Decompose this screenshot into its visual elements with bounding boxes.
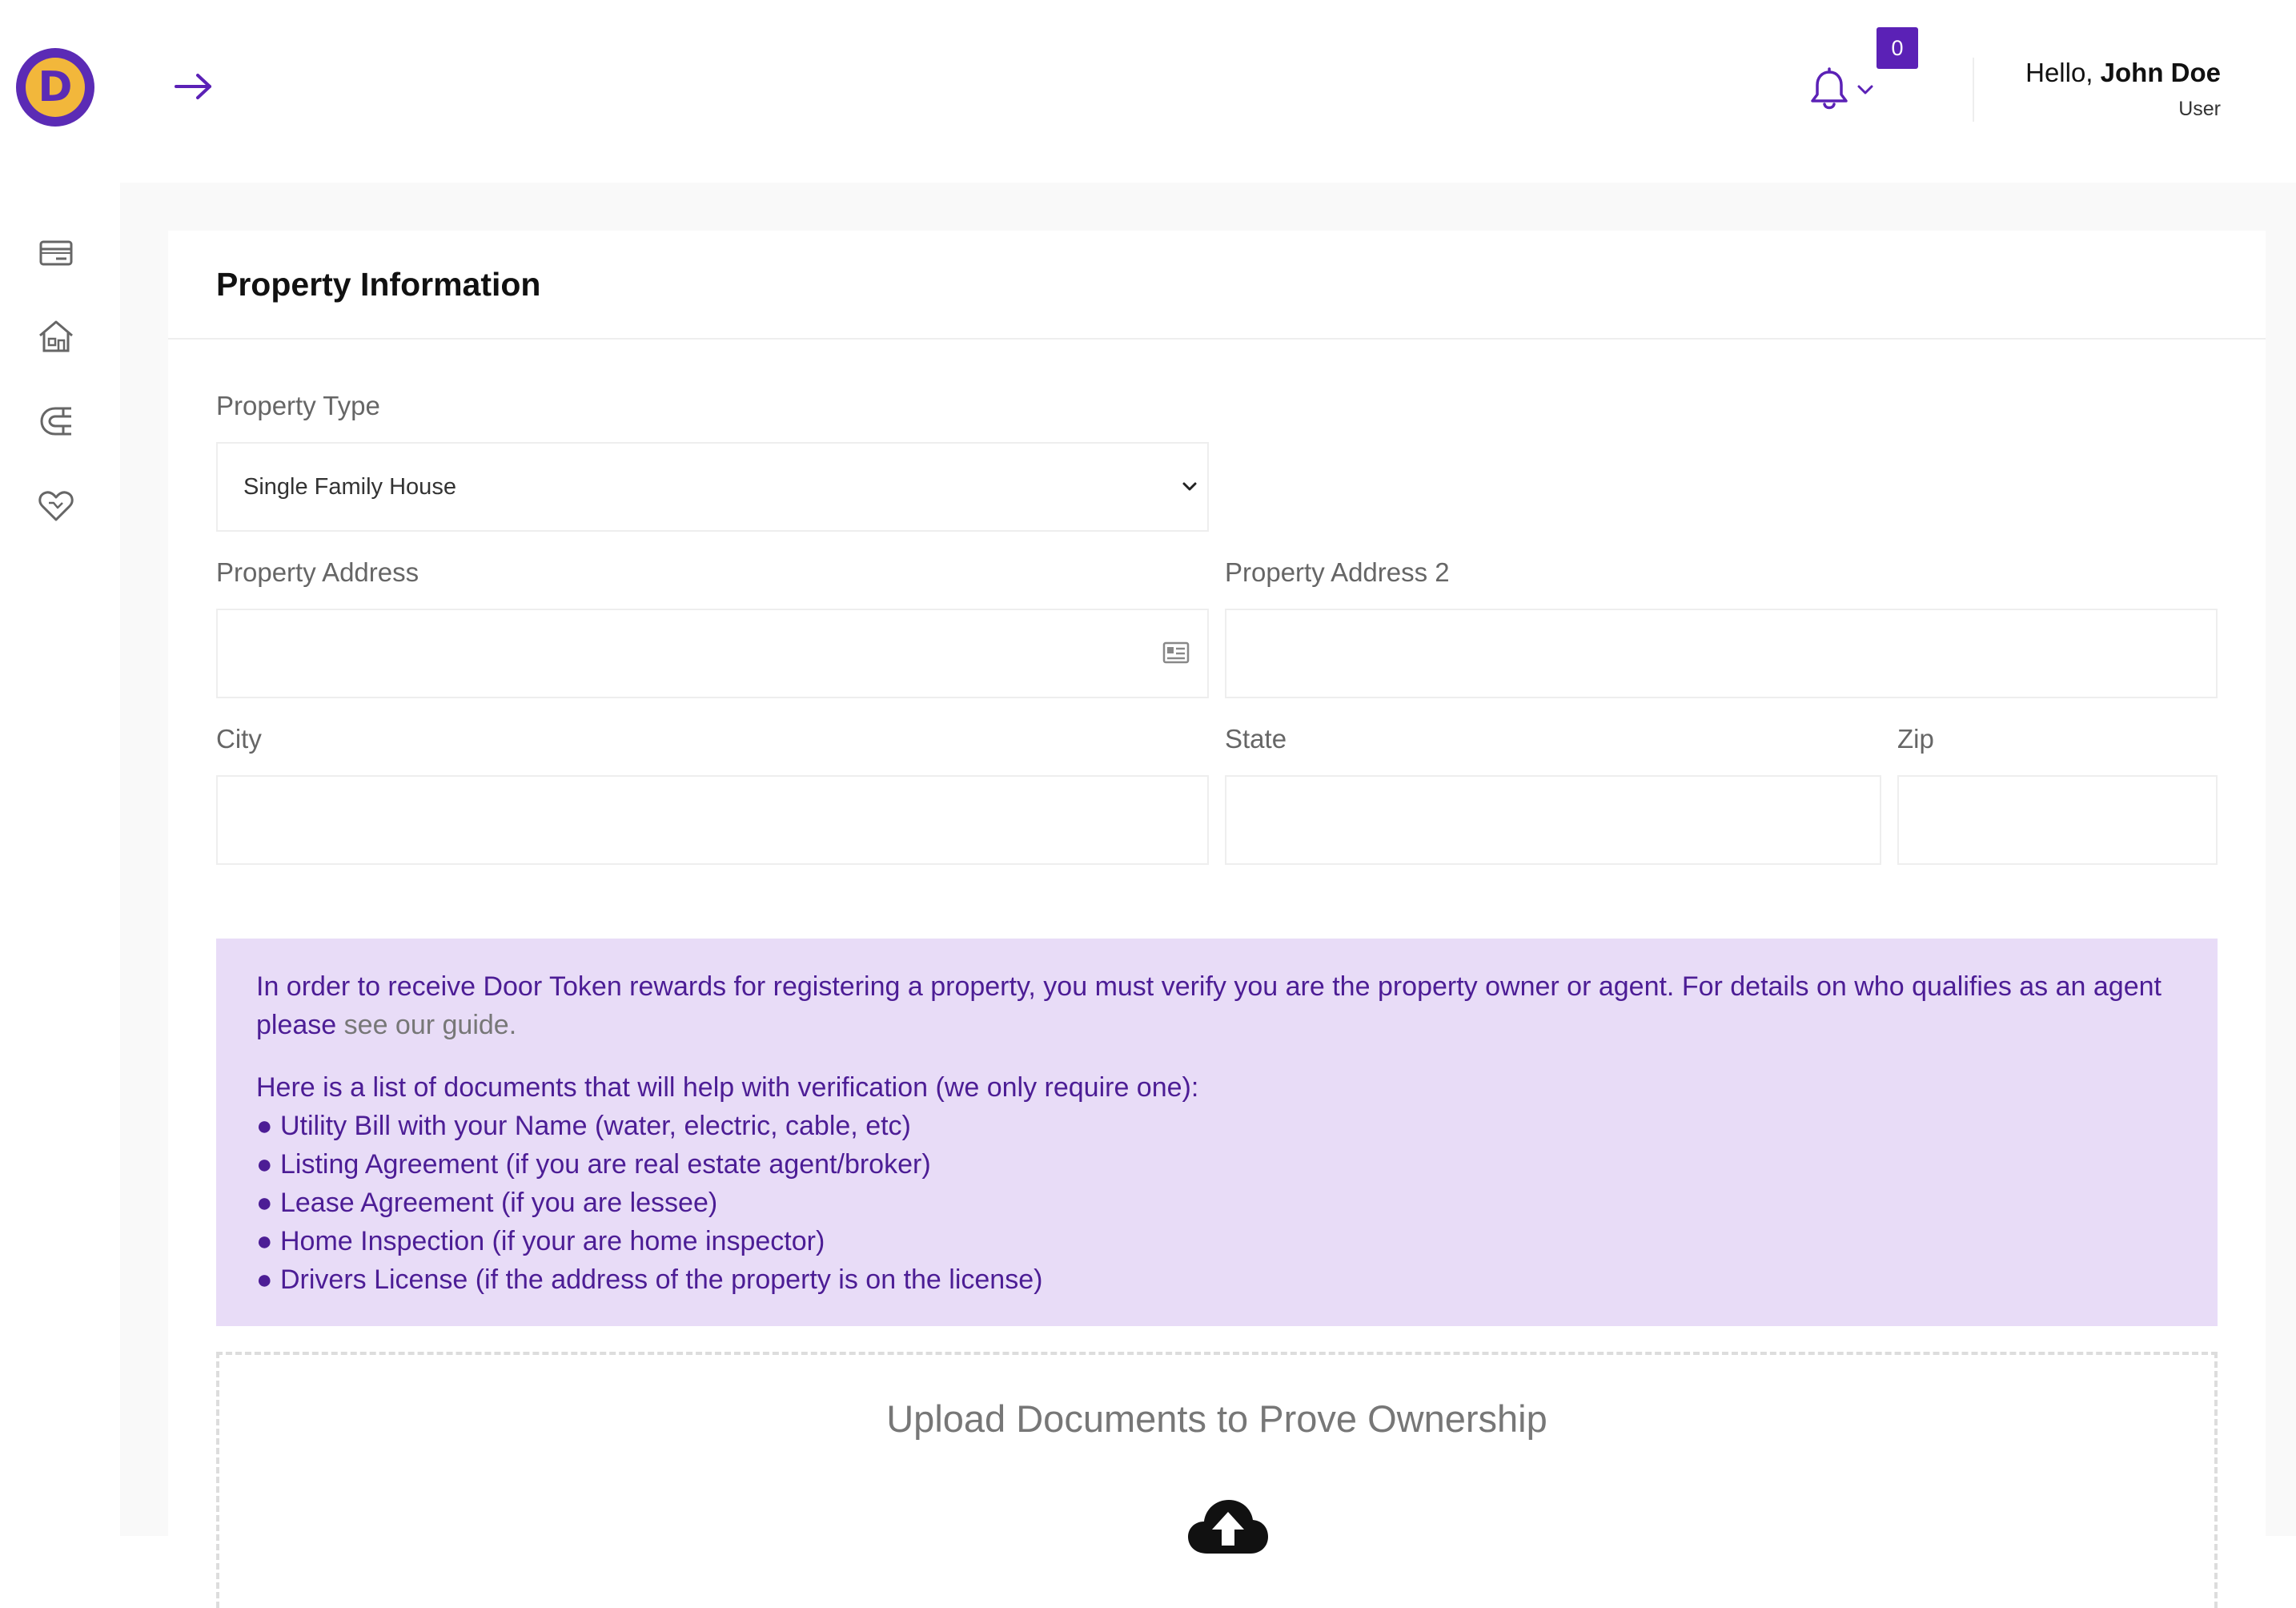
- card-icon: [39, 240, 73, 266]
- list-item: ● Home Inspection (if your are home insp…: [256, 1226, 825, 1256]
- card-header: Property Information: [168, 231, 2266, 340]
- user-name: John Doe: [2100, 58, 2221, 87]
- list-item: ● Listing Agreement (if you are real est…: [256, 1149, 931, 1180]
- greeting-text: Hello,: [2025, 58, 2093, 87]
- property-address-input[interactable]: [216, 609, 1209, 698]
- magnet-icon: [40, 407, 71, 436]
- cloud-upload-icon: [1188, 1500, 1268, 1554]
- state-label: State: [1225, 724, 1287, 754]
- notifications-button[interactable]: [1808, 64, 1880, 115]
- guide-link[interactable]: see our guide.: [344, 1010, 517, 1040]
- property-type-label: Property Type: [216, 391, 380, 420]
- upload-title: Upload Documents to Prove Ownership: [886, 1397, 1547, 1440]
- sidebar-item-leads[interactable]: [35, 400, 77, 442]
- verification-intro-text: In order to receive Door Token rewards f…: [256, 971, 2162, 1040]
- top-bar: D 0 Hello, John Doe User: [0, 0, 2296, 183]
- sidebar: [0, 183, 120, 1536]
- logo-letter: D: [26, 58, 85, 117]
- bell-icon: [1811, 67, 1848, 110]
- list-item: ● Utility Bill with your Name (water, el…: [256, 1111, 911, 1141]
- heart-icon: [38, 491, 74, 521]
- sidebar-item-payments[interactable]: [35, 232, 77, 274]
- city-input[interactable]: [216, 775, 1209, 865]
- verification-intro: In order to receive Door Token rewards f…: [256, 967, 2178, 1044]
- property-type-value: Single Family House: [243, 473, 456, 500]
- home-icon: [39, 320, 73, 352]
- city-label: City: [216, 724, 262, 754]
- property-info-card: Property Information Property Type Singl…: [168, 231, 2266, 1608]
- user-menu[interactable]: Hello, John Doe User: [2025, 58, 2221, 121]
- notification-count-badge: 0: [1877, 27, 1918, 69]
- property-address-2-label: Property Address 2: [1225, 557, 1450, 587]
- chevron-down-icon: [1182, 482, 1197, 491]
- expand-sidebar-button[interactable]: [170, 67, 218, 106]
- document-upload-dropzone[interactable]: Upload Documents to Prove Ownership: [216, 1352, 2218, 1608]
- contact-card-icon: [1162, 641, 1190, 664]
- list-item: ● Lease Agreement (if you are lessee): [256, 1188, 718, 1218]
- user-role: User: [2178, 98, 2221, 120]
- verification-info-box: In order to receive Door Token rewards f…: [216, 939, 2218, 1326]
- list-item: ● Drivers License (if the address of the…: [256, 1264, 1043, 1295]
- page-title: Property Information: [216, 265, 541, 303]
- chevron-down-icon: [1857, 85, 1873, 94]
- property-type-select[interactable]: Single Family House: [216, 442, 1209, 532]
- sidebar-item-properties[interactable]: [35, 316, 77, 357]
- main-content: Property Information Property Type Singl…: [120, 183, 2296, 1608]
- door-logo-icon[interactable]: D: [16, 48, 94, 127]
- zip-input[interactable]: [1897, 775, 2218, 865]
- user-greeting: Hello, John Doe: [2025, 58, 2221, 88]
- sidebar-item-favorites[interactable]: [35, 485, 77, 527]
- zip-label: Zip: [1897, 724, 1934, 754]
- property-address-2-input[interactable]: [1225, 609, 2218, 698]
- arrow-right-icon: [175, 74, 211, 99]
- property-address-label: Property Address: [216, 557, 419, 587]
- header-divider: [1973, 58, 1974, 122]
- state-input[interactable]: [1225, 775, 1881, 865]
- documents-list-heading: Here is a list of documents that will he…: [256, 1072, 1199, 1103]
